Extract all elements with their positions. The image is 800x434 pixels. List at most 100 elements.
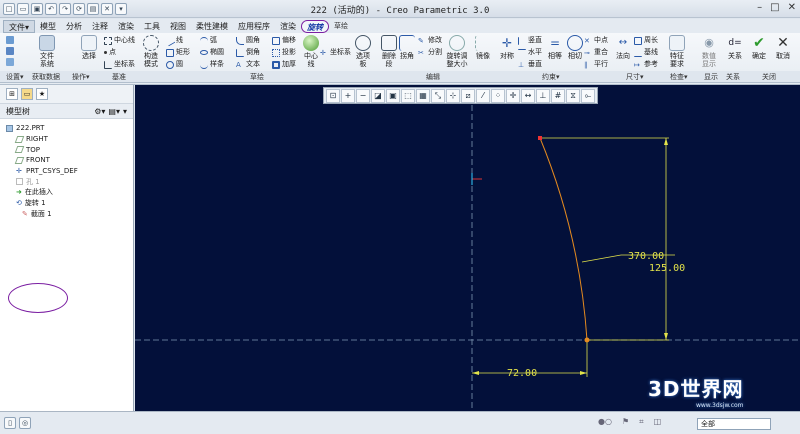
tree-node-front[interactable]: FRONT [6, 155, 133, 166]
tab-model[interactable]: 模型 [35, 20, 61, 33]
vertical-button[interactable]: 竖直 [518, 36, 542, 45]
tab-render-2[interactable]: 渲染 [275, 20, 301, 33]
tab-analysis[interactable]: 分析 [61, 20, 87, 33]
divide-button[interactable]: ✂ 分割 [418, 48, 442, 57]
tree-node-insert-here[interactable]: ➜ 在此插入 [6, 187, 133, 198]
normal-dimension-button[interactable]: ↔ 法向 [610, 33, 636, 60]
minimize-icon[interactable]: – [757, 2, 762, 13]
flag-icon[interactable]: ⚑ [622, 417, 629, 427]
coord-button[interactable]: 坐标系 [104, 60, 135, 69]
tab-applications[interactable]: 应用程序 [233, 20, 275, 33]
chamfer-button[interactable]: 倒角 [236, 48, 260, 57]
relations-button[interactable]: d= 关系 [722, 33, 748, 60]
parallel-button[interactable]: ∥ 平行 [584, 60, 608, 69]
dim-125[interactable]: 125.00 [649, 263, 685, 274]
rotate-resize-button[interactable]: 旋转调 整大小 [444, 33, 470, 68]
symmetric-button[interactable]: ✛ 对称 [494, 33, 520, 60]
perpendicular-button[interactable]: ⊥ 垂直 [518, 60, 542, 69]
ribbon-setup-icon-2[interactable] [6, 47, 14, 55]
feature-requirements-button[interactable]: 特征 要求 [664, 33, 690, 68]
offset-button[interactable]: 偏移 [272, 36, 296, 45]
ribbon-setup-icon-3[interactable] [6, 58, 14, 66]
tree-node-right[interactable]: RIGHT [6, 134, 133, 145]
spline-button[interactable]: 样条 [200, 60, 224, 69]
horizontal-button[interactable]: 水平 [518, 48, 542, 57]
coordsys-sketch-button[interactable]: ✛ 坐标系 [320, 48, 351, 57]
tab-file[interactable]: 文件▾ [3, 19, 36, 33]
group-get-data[interactable]: 获取数据 [32, 72, 60, 82]
baseline-button[interactable]: 基线 [634, 48, 658, 57]
tree-filter-icon[interactable]: ⚙▾ [94, 107, 105, 116]
favorites-icon[interactable]: ★ [36, 88, 48, 100]
tree-more-icon[interactable]: ▾ [123, 107, 127, 116]
model-tree: 222.PRT RIGHT TOP FRONT ✛ PRT_CSYS_DEF 孔 … [0, 119, 133, 219]
group-constrain[interactable]: 约束▾ [542, 72, 560, 82]
group-setup[interactable]: 设置▾ [6, 72, 24, 82]
file-system-button[interactable]: 文件 系统 [34, 33, 60, 68]
close-icon[interactable]: ✕ [788, 2, 796, 13]
modify-button[interactable]: ✎ 修改 [418, 36, 442, 45]
corner-button[interactable]: 拐角 [394, 33, 420, 60]
tab-render[interactable]: 渲染 [113, 20, 139, 33]
center-line-button[interactable]: 中心线 [104, 36, 135, 45]
tree-node-part[interactable]: 222.PRT [6, 123, 133, 134]
ellipse-button[interactable]: 椭圆 [200, 48, 224, 57]
ribbon-setup-icon-1[interactable] [6, 36, 14, 44]
circle-button[interactable]: 圆 [166, 60, 183, 69]
tab-tools[interactable]: 工具 [139, 20, 165, 33]
midpoint-button[interactable]: ✕ 中点 [584, 36, 608, 45]
folder-icon[interactable]: ▭ [21, 88, 33, 100]
reference-button[interactable]: ↦ 参考 [634, 60, 658, 69]
tab-flexible[interactable]: 柔性建模 [191, 20, 233, 33]
centerline-icon [104, 36, 112, 45]
tree-node-section[interactable]: ✎ 截面 1 [6, 209, 133, 220]
text-button[interactable]: A 文本 [236, 60, 260, 69]
vertex-top[interactable] [538, 136, 542, 140]
group-dimension[interactable]: 尺寸▾ [626, 72, 644, 82]
tree-node-csys[interactable]: ✛ PRT_CSYS_DEF [6, 166, 133, 177]
corner-icon [399, 35, 415, 51]
tab-view[interactable]: 视图 [165, 20, 191, 33]
browser-toggle-icon[interactable]: ◎ [19, 417, 31, 429]
navigator-toggle-icon[interactable]: ▯ [4, 417, 16, 429]
coincident-button[interactable]: ⊸ 重合 [584, 48, 608, 57]
project-button[interactable]: 投影 [272, 48, 296, 57]
dim-72[interactable]: 72.00 [507, 368, 537, 379]
find-icon[interactable]: ◫ [654, 417, 662, 427]
mirror-button[interactable]: 镜像 [470, 33, 496, 60]
maximize-icon[interactable]: □ [770, 2, 779, 13]
cancel-button[interactable]: ✕ 取消 [770, 33, 796, 60]
regen-status-icon[interactable]: ⌗ [639, 417, 644, 427]
coincident-icon: ⊸ [584, 48, 590, 57]
graphics-canvas[interactable]: ⊡ + − ◪ ▣ ⬚ ▦ ⤡ ⊹ ⧄ ⁄ ⁘ ✛ ↔ ⊥ # ⧖ ⟜ 370.… [135, 85, 800, 411]
ok-button[interactable]: ✔ 确定 [746, 33, 772, 60]
vertex-bottom[interactable] [584, 337, 590, 343]
dim-370[interactable]: 370.00 [628, 251, 664, 262]
perimeter-button[interactable]: 周长 [634, 36, 658, 45]
sketch-curve[interactable] [539, 137, 588, 341]
thicken-button[interactable]: 加厚 [272, 60, 296, 69]
display-button[interactable]: ◉ 数值 显示 [696, 33, 722, 68]
fillet-button[interactable]: 圆角 [236, 36, 260, 45]
tree-view-icon[interactable]: ⊞ [6, 88, 18, 100]
tab-revolve[interactable]: 旋转 [301, 19, 330, 33]
tree-node-top[interactable]: TOP [6, 144, 133, 155]
status-indicator-icon[interactable]: ●○ [598, 417, 612, 427]
sketch-geometry[interactable]: 370.00 125.00 72.00 [135, 85, 800, 411]
tree-node-revolve[interactable]: ⟲ 旋转 1 [6, 198, 133, 209]
tab-annotate[interactable]: 注释 [87, 20, 113, 33]
arc-button[interactable]: 弧 [200, 36, 217, 45]
group-inspect[interactable]: 检查▾ [670, 72, 688, 82]
palette-button[interactable]: 选项 板 [350, 33, 376, 68]
tab-sketch[interactable]: 草绘 [329, 20, 353, 33]
feature-requirements-icon [669, 35, 685, 51]
construction-mode-button[interactable]: 构造 模式 [138, 33, 164, 68]
group-operations[interactable]: 操作▾ [72, 72, 90, 82]
tree-settings-icon[interactable]: ▤▾ [108, 107, 120, 116]
point-button[interactable]: 点 [104, 48, 116, 57]
rect-button[interactable]: 矩形 [166, 48, 190, 57]
selection-filter[interactable]: 全部 [697, 418, 771, 430]
line-button[interactable]: 线 [164, 35, 183, 46]
select-button[interactable]: 选择 [76, 33, 102, 60]
tree-node-hole[interactable]: 孔 1 [6, 176, 133, 187]
